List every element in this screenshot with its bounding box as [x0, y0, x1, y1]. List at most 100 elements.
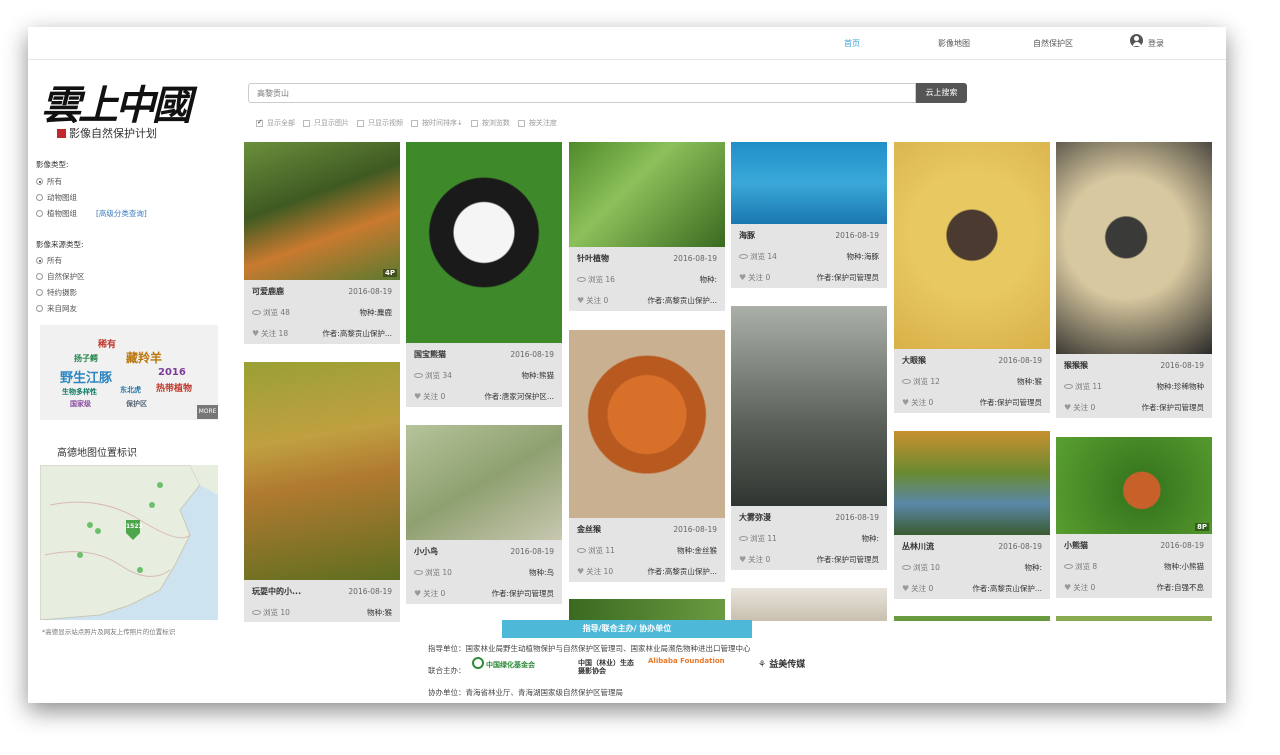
source-option-all[interactable]: 所有 — [36, 255, 62, 266]
search-button[interactable]: 云上搜索 — [916, 83, 967, 103]
card-title[interactable]: 国宝熊猫 — [414, 349, 446, 360]
nav-nature-reserve[interactable]: 自然保护区 — [1033, 38, 1073, 49]
card-title[interactable]: 针叶植物 — [577, 253, 609, 264]
tag-more-button[interactable]: MORE — [197, 405, 218, 419]
card-title[interactable]: 大眼猴 — [902, 355, 926, 366]
checkbox-icon[interactable] — [470, 119, 478, 127]
sponsor-green-foundation[interactable]: 中国绿化基金会 — [472, 657, 535, 670]
photo-monkey-play[interactable] — [244, 362, 400, 580]
filter-sort-time[interactable]: 按时间排序↓ — [411, 118, 463, 128]
radio-icon[interactable] — [36, 289, 43, 296]
photo-card-partial[interactable] — [569, 599, 725, 621]
heart-icon[interactable]: ♥ — [739, 273, 746, 282]
filter-videos-only[interactable]: 只显示视频 — [357, 118, 403, 128]
source-option-special[interactable]: 特约摄影 — [36, 287, 77, 298]
filter-show-all[interactable]: 显示全部 — [256, 118, 295, 128]
heart-icon[interactable]: ♥ — [577, 296, 584, 305]
photo-card[interactable]: 猴猴猴 2016-08-19 浏览 11 物种:珍稀物种 ♥ 关注 0 作者:保护司管理… — [1056, 142, 1212, 418]
tag-word[interactable]: 藏羚羊 — [126, 349, 162, 366]
card-title[interactable]: 丛林川流 — [902, 541, 934, 552]
photo-card[interactable]: 大雾弥漫 2016-08-19 浏览 11 物种: ♥ 关注 0 作者:保护司管理员 — [731, 306, 887, 570]
photo-partial[interactable] — [894, 616, 1050, 621]
type-option-all[interactable]: 所有 — [36, 176, 62, 187]
tag-word[interactable]: 保护区 — [126, 399, 147, 409]
photo-partial[interactable] — [731, 588, 887, 621]
site-logo[interactable]: 雲上中國 — [41, 73, 192, 131]
card-title[interactable]: 小熊猫 — [1064, 540, 1088, 551]
tag-word[interactable]: 野生江豚 — [60, 367, 112, 386]
filter-sort-likes[interactable]: 按关注度 — [517, 118, 557, 128]
checkbox-icon[interactable] — [411, 119, 418, 127]
tag-word[interactable]: 2016 — [158, 367, 186, 378]
photo-card[interactable]: 国宝熊猫 2016-08-19 浏览 34 物种:熊猫 ♥ 关注 0 作者:唐家河保护区… — [406, 142, 562, 407]
tag-word[interactable]: 生物多样性 — [62, 387, 97, 397]
heart-icon[interactable]: ♥ — [1064, 583, 1071, 592]
card-title[interactable]: 大雾弥漫 — [739, 512, 771, 523]
photo-dolphin[interactable] — [731, 142, 887, 224]
source-option-reserve[interactable]: 自然保护区 — [36, 271, 85, 282]
radio-icon[interactable] — [36, 178, 43, 185]
mini-map[interactable]: 1523 — [40, 465, 218, 620]
photo-conifer[interactable] — [569, 142, 725, 247]
photo-gibbon[interactable] — [1056, 142, 1212, 354]
sponsor-alibaba-foundation[interactable]: Alibaba Foundation — [648, 657, 725, 665]
nav-home[interactable]: 首页 — [844, 38, 860, 49]
checkbox-icon[interactable] — [303, 119, 310, 127]
source-option-netizen[interactable]: 来自网友 — [36, 303, 77, 314]
photo-card[interactable]: 金丝猴 2016-08-19 浏览 11 物种:金丝猴 ♥ 关注 10 作者:高黎贡山保… — [569, 330, 725, 582]
filter-images-only[interactable]: 只显示图片 — [303, 118, 349, 128]
photo-partial[interactable] — [1056, 616, 1212, 621]
card-title[interactable]: 猴猴猴 — [1064, 360, 1088, 371]
tag-word[interactable]: 国家级 — [70, 399, 91, 409]
photo-deer[interactable]: 4P — [244, 142, 400, 280]
tag-word[interactable]: 热带植物 — [156, 381, 192, 394]
heart-icon[interactable]: ♥ — [414, 589, 421, 598]
photo-golden-monkey[interactable] — [569, 330, 725, 518]
card-title[interactable]: 可爱鹿鹿 — [252, 286, 284, 297]
photo-card[interactable]: 针叶植物 2016-08-19 浏览 16 物种: ♥ 关注 0 作者:高黎贡山保护..… — [569, 142, 725, 311]
photo-foggy-forest[interactable] — [731, 306, 887, 506]
card-title[interactable]: 玩耍中的小... — [252, 586, 301, 597]
heart-icon[interactable]: ♥ — [902, 398, 909, 407]
photo-card[interactable]: 玩耍中的小... 2016-08-19 浏览 10 物种:猴 — [244, 362, 400, 622]
photo-card[interactable]: 小小鸟 2016-08-19 浏览 10 物种:鸟 ♥ 关注 0 作者:保护司管理员 — [406, 425, 562, 604]
radio-icon[interactable] — [36, 257, 43, 264]
card-title[interactable]: 金丝猴 — [577, 524, 601, 535]
photo-red-panda[interactable]: 8P — [1056, 437, 1212, 534]
photo-card[interactable]: 海豚 2016-08-19 浏览 14 物种:海豚 ♥ 关注 0 作者:保护司管理员 — [731, 142, 887, 288]
heart-icon[interactable]: ♥ — [739, 555, 746, 564]
tag-word[interactable]: 稀有 — [98, 337, 116, 350]
sponsor-eco-photo[interactable]: 中国（林业）生态摄影协会 — [578, 659, 640, 675]
user-icon[interactable] — [1130, 34, 1143, 47]
heart-icon[interactable]: ♥ — [252, 329, 259, 338]
photo-card-partial[interactable] — [894, 616, 1050, 621]
heart-icon[interactable]: ♥ — [902, 584, 909, 593]
photo-card[interactable]: 大眼猴 2016-08-19 浏览 12 物种:猴 ♥ 关注 0 作者:保护司管理员 — [894, 142, 1050, 413]
heart-icon[interactable]: ♥ — [1064, 403, 1071, 412]
filter-sort-views[interactable]: 按浏览数 — [470, 118, 510, 128]
checkbox-icon[interactable] — [517, 119, 525, 127]
photo-card[interactable]: 8P 小熊猫 2016-08-19 浏览 8 物种:小熊猫 ♥ 关注 0 作者:自强不息 — [1056, 437, 1212, 598]
photo-card[interactable]: 4P 可爱鹿鹿 2016-08-19 浏览 48 物种:麋鹿 ♥ 关注 18 作者:高黎… — [244, 142, 400, 344]
photo-partial[interactable] — [569, 599, 725, 621]
sponsor-yimei-media[interactable]: ⚘ 益美传媒 — [758, 657, 805, 670]
card-title[interactable]: 小小鸟 — [414, 546, 438, 557]
radio-icon[interactable] — [36, 210, 43, 217]
radio-icon[interactable] — [36, 273, 43, 280]
tag-word[interactable]: 东北虎 — [120, 385, 141, 395]
tag-word[interactable]: 扬子鳄 — [74, 353, 98, 364]
search-input[interactable] — [248, 83, 916, 103]
checkbox-icon[interactable] — [256, 118, 263, 127]
advanced-search-link[interactable]: [高级分类查询] — [96, 208, 147, 219]
heart-icon[interactable]: ♥ — [577, 567, 584, 576]
checkbox-icon[interactable] — [357, 119, 364, 127]
card-title[interactable]: 海豚 — [739, 230, 755, 241]
photo-panda[interactable] — [406, 142, 562, 343]
radio-icon[interactable] — [36, 194, 43, 201]
heart-icon[interactable]: ♥ — [414, 392, 421, 401]
photo-bird[interactable] — [406, 425, 562, 540]
nav-login[interactable]: 登录 — [1148, 38, 1164, 49]
photo-jungle-stream[interactable] — [894, 431, 1050, 535]
map-marker-count[interactable]: 1523 — [126, 523, 143, 530]
type-option-plant[interactable]: 植物图组 — [36, 208, 77, 219]
